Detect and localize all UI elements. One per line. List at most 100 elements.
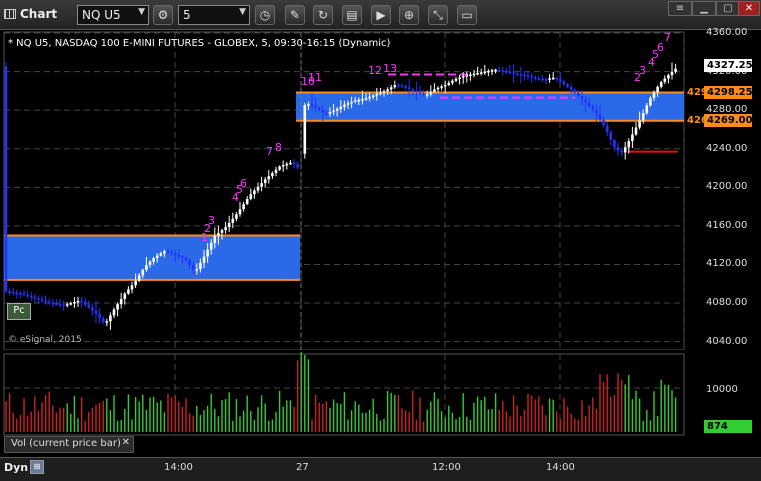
symbol-input[interactable]: NQ U5 ▼: [77, 5, 149, 25]
price-candle-body: [670, 71, 674, 76]
price-candle-body: [307, 104, 310, 106]
price-candle-body: [170, 252, 173, 254]
minimize-icon[interactable]: ▁: [692, 1, 716, 16]
price-candle-body: [321, 110, 325, 113]
time-axis[interactable]: Dyn ⊞ 14:00 27 12:00 14:00: [0, 457, 761, 481]
price-candle-body: [523, 74, 526, 77]
price-candle-body: [123, 293, 127, 299]
price-candle-body: [29, 295, 33, 298]
price-candle-body: [487, 70, 490, 73]
price-candle-body: [137, 275, 141, 281]
price-candle-body: [544, 79, 548, 81]
price-candle-body: [659, 81, 663, 87]
price-candle-body: [454, 78, 458, 81]
sequential-count-label: 8: [275, 140, 282, 154]
close-icon[interactable]: ✕: [122, 437, 130, 448]
price-candle-body: [418, 92, 422, 94]
chevron-down-icon[interactable]: ▼: [138, 7, 145, 17]
interval-select[interactable]: 5 ▼: [178, 5, 250, 25]
price-candle-body: [483, 71, 487, 74]
menu-icon[interactable]: ≡: [668, 1, 692, 16]
price-candle-body: [141, 269, 145, 276]
price-candle-body: [476, 73, 479, 75]
price-candle-body: [393, 85, 397, 88]
volume-study-label[interactable]: Vol (current price bar) ✕: [4, 436, 134, 453]
price-candle-body: [368, 96, 371, 99]
price-candle-body: [555, 77, 559, 80]
study-icon[interactable]: ▤: [342, 5, 362, 25]
price-candle-body: [652, 92, 656, 98]
price-candle-body: [389, 87, 393, 90]
upper-zone-left-tag: 429: [687, 87, 708, 98]
price-candle-body: [609, 132, 613, 140]
price-candle-body: [188, 260, 191, 265]
price-candle-body: [73, 301, 76, 304]
price-chart-pane[interactable]: [0, 30, 761, 350]
price-candle-body: [407, 87, 411, 90]
price-candle-body: [116, 304, 119, 310]
volume-tag: 874: [704, 420, 752, 433]
price-candle-body: [505, 71, 508, 73]
zoom-icon[interactable]: ⊞: [30, 460, 44, 474]
clock-icon[interactable]: ◷: [255, 5, 275, 25]
sequential-count-label: 13: [383, 61, 397, 75]
restore-icon[interactable]: ▢: [716, 1, 740, 16]
price-candle-body: [55, 303, 58, 305]
price-candle-body: [37, 298, 40, 300]
price-candle-body: [605, 125, 609, 133]
time-tick-label: 12:00: [432, 462, 461, 473]
pencil-icon[interactable]: ✎: [285, 5, 305, 25]
toolbar: Chart NQ U5 ▼ ⚙ 5 ▼ ◷ ✎ ↻ ▤ ▶ ⊕ ⤡ ▭ ≡ ▁ …: [0, 0, 761, 30]
price-candle-body: [627, 141, 631, 148]
lower-zone-left-tag: 426: [687, 115, 708, 126]
chevron-down-icon[interactable]: ▼: [239, 7, 246, 17]
price-candle-body: [371, 95, 375, 97]
price-candle-body: [350, 101, 353, 104]
price-candle-body: [65, 304, 69, 306]
time-tick-label: 14:00: [546, 462, 575, 473]
refresh-icon[interactable]: ↻: [313, 5, 333, 25]
time-tick-label: 14:00: [164, 462, 193, 473]
price-candle-body: [263, 179, 267, 184]
price-candle-body: [278, 166, 281, 170]
price-candle-body: [415, 90, 418, 93]
price-candle-body: [436, 87, 440, 90]
price-candle-body: [465, 75, 469, 77]
price-candle-body: [602, 119, 605, 126]
price-candle-body: [551, 77, 555, 80]
price-candle-body: [184, 257, 188, 261]
price-candle-body: [530, 76, 533, 78]
price-candle-body: [98, 313, 101, 319]
price-candle-body: [433, 89, 436, 92]
price-candle-body: [649, 97, 652, 106]
price-candle-body: [8, 291, 11, 293]
price-candle-body: [508, 71, 512, 74]
price-candle-body: [537, 78, 541, 80]
price-candle-body: [19, 292, 22, 295]
link-settings-button[interactable]: ⚙: [153, 5, 173, 25]
play-icon[interactable]: ▶: [371, 5, 391, 25]
price-candle-body: [577, 92, 580, 97]
dynamic-label: Dyn: [4, 461, 29, 474]
price-candle-body: [245, 198, 249, 205]
window-title-label: Chart: [20, 7, 58, 21]
pc-button[interactable]: Pc: [7, 303, 31, 320]
link-icon[interactable]: ⤡: [428, 5, 448, 25]
price-candle-body: [44, 300, 47, 302]
volume-study-label-text: Vol (current price bar): [11, 438, 121, 449]
price-candle-body: [195, 269, 199, 271]
price-candle-body: [357, 99, 361, 102]
sequential-count-label: 3: [639, 63, 646, 77]
price-candle-body: [429, 91, 433, 95]
close-icon[interactable]: ✕: [738, 1, 760, 16]
price-candle-body: [616, 147, 620, 151]
price-candle-body: [296, 164, 299, 168]
price-candle-body: [220, 230, 224, 233]
price-candle-body: [217, 232, 220, 236]
price-candle-body: [346, 103, 350, 105]
price-candle-body: [335, 108, 339, 111]
price-candle-body: [173, 253, 177, 256]
properties-icon[interactable]: ⊕: [399, 5, 419, 25]
price-candle-body: [587, 103, 591, 107]
chat-icon[interactable]: ▭: [457, 5, 477, 25]
